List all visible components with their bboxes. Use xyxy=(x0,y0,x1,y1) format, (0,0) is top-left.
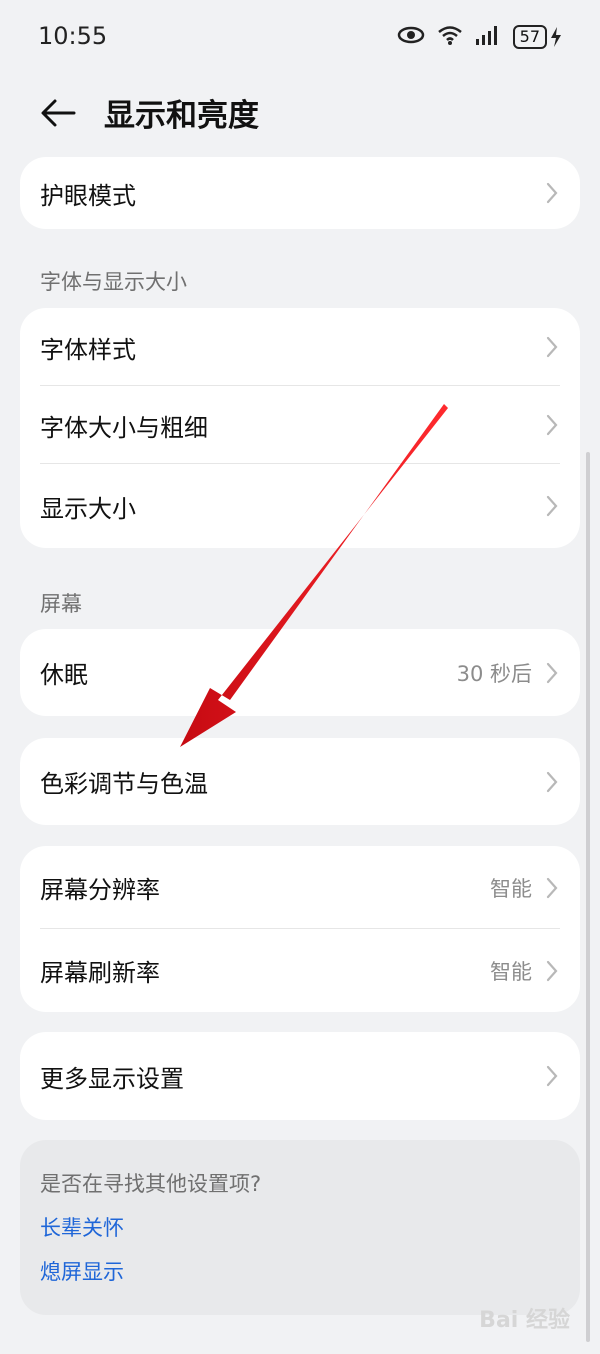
watermark: Bai 经验 xyxy=(479,1308,570,1333)
row-label: 字体样式 xyxy=(40,335,136,364)
row-more-display-settings[interactable]: 更多显示设置 xyxy=(20,1032,580,1120)
section-label-screen: 屏幕 xyxy=(40,592,82,616)
row-value: 智能 xyxy=(490,959,532,984)
scrollbar[interactable] xyxy=(586,452,590,1342)
chevron-right-icon xyxy=(546,1065,558,1087)
card-resolution-refresh: 屏幕分辨率 智能 屏幕刷新率 智能 xyxy=(20,846,580,1012)
battery-level: 57 xyxy=(512,25,547,49)
link-elder-care[interactable]: 长辈关怀 xyxy=(40,1212,124,1242)
eye-icon xyxy=(397,25,425,49)
row-label: 护眼模式 xyxy=(40,181,136,210)
row-refresh-rate[interactable]: 屏幕刷新率 智能 xyxy=(20,929,580,1012)
suggestion-card: 是否在寻找其他设置项? 长辈关怀 熄屏显示 xyxy=(20,1140,580,1315)
top-bar: 显示和亮度 xyxy=(0,76,600,150)
section-label-font: 字体与显示大小 xyxy=(40,270,187,294)
signal-icon xyxy=(475,25,501,49)
chevron-right-icon xyxy=(546,771,558,792)
row-label: 色彩调节与色温 xyxy=(40,770,208,798)
chevron-right-icon xyxy=(546,414,558,436)
row-font-size-weight[interactable]: 字体大小与粗细 xyxy=(20,386,580,464)
card-font: 字体样式 字体大小与粗细 显示大小 xyxy=(20,308,580,548)
status-icons: 57 xyxy=(397,24,562,50)
chevron-right-icon xyxy=(546,960,558,981)
chevron-right-icon xyxy=(546,182,558,204)
charging-icon xyxy=(551,27,561,47)
row-color-temperature[interactable]: 色彩调节与色温 xyxy=(20,738,580,825)
row-label: 显示大小 xyxy=(40,494,136,523)
row-label: 屏幕分辨率 xyxy=(40,876,160,904)
row-sleep[interactable]: 休眠 30 秒后 xyxy=(20,629,580,716)
back-button[interactable] xyxy=(34,90,82,136)
chevron-right-icon xyxy=(546,495,558,517)
chevron-right-icon xyxy=(546,877,558,898)
status-bar: 10:55 57 xyxy=(0,0,600,76)
row-label: 字体大小与粗细 xyxy=(40,413,208,442)
row-label: 休眠 xyxy=(40,661,88,689)
row-value: 智能 xyxy=(490,876,532,901)
card-color: 色彩调节与色温 xyxy=(20,738,580,825)
card-sleep: 休眠 30 秒后 xyxy=(20,629,580,716)
card-eye-protection: 护眼模式 xyxy=(20,157,580,229)
row-font-style[interactable]: 字体样式 xyxy=(20,308,580,386)
wifi-icon xyxy=(437,24,463,50)
status-time: 10:55 xyxy=(38,22,108,50)
page-title: 显示和亮度 xyxy=(104,98,259,134)
chevron-right-icon xyxy=(546,662,558,683)
back-arrow-icon xyxy=(41,99,76,127)
link-always-on-display[interactable]: 熄屏显示 xyxy=(40,1256,124,1286)
row-value: 30 秒后 xyxy=(456,661,532,686)
row-label: 更多显示设置 xyxy=(40,1064,184,1093)
suggestion-title: 是否在寻找其他设置项? xyxy=(40,1172,262,1196)
row-display-size[interactable]: 显示大小 xyxy=(20,464,580,548)
chevron-right-icon xyxy=(546,336,558,358)
row-resolution[interactable]: 屏幕分辨率 智能 xyxy=(20,846,580,929)
row-eye-protection[interactable]: 护眼模式 xyxy=(20,157,580,229)
card-more-display: 更多显示设置 xyxy=(20,1032,580,1120)
battery-icon: 57 xyxy=(512,25,562,49)
row-label: 屏幕刷新率 xyxy=(40,959,160,987)
